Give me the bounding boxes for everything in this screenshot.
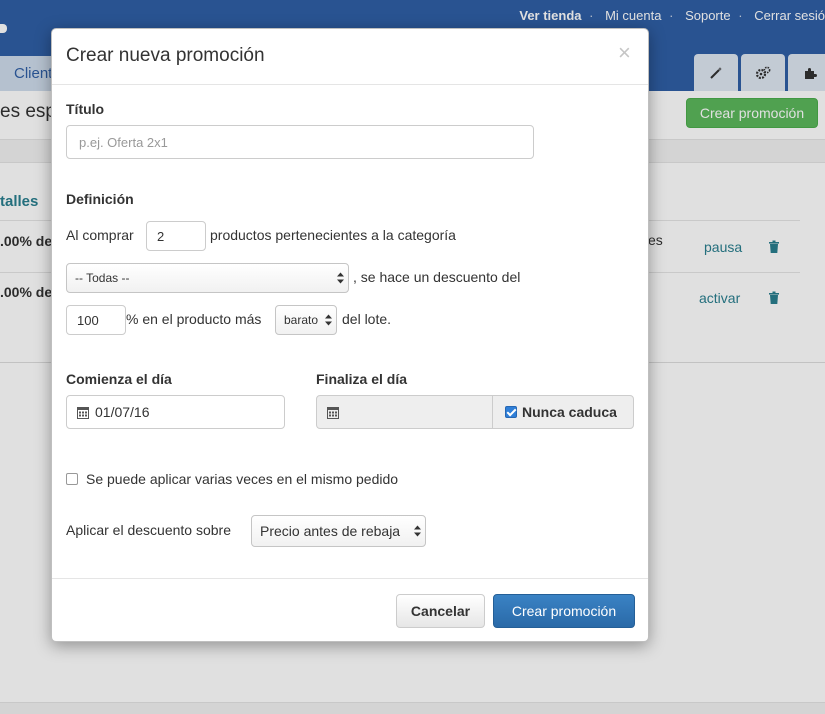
cheapness-selected-value: barato <box>284 313 319 327</box>
select-arrows-icon <box>325 314 332 326</box>
percent-input[interactable] <box>66 305 126 335</box>
close-icon[interactable]: × <box>618 42 631 64</box>
end-date-input[interactable] <box>316 395 493 429</box>
create-promotion-button[interactable]: Crear promoción <box>493 594 635 628</box>
multiple-use-label: Se puede aplicar varias veces en el mism… <box>86 471 399 487</box>
modal-header-divider <box>52 84 648 85</box>
del-lote-text: del lote. <box>342 311 392 327</box>
cancel-button[interactable]: Cancelar <box>396 594 485 628</box>
cheapness-select[interactable]: barato <box>275 305 337 335</box>
select-arrows-icon <box>337 272 344 284</box>
start-date-value: 01/07/16 <box>95 404 150 420</box>
descuento-text: , se hace un descuento del <box>353 269 521 285</box>
category-selected-value: -- Todas -- <box>75 271 130 285</box>
create-promotion-modal: Crear nueva promoción × Título Definició… <box>51 28 649 642</box>
modal-title: Crear nueva promoción <box>66 45 265 66</box>
apply-on-selected-value: Precio antes de rebaja <box>260 523 401 539</box>
apply-on-select[interactable]: Precio antes de rebaja <box>251 515 426 547</box>
title-label: Título <box>66 101 105 117</box>
apply-on-label: Aplicar el descuento sobre <box>66 522 231 538</box>
en-producto-text: % en el producto más <box>126 311 262 327</box>
calendar-icon <box>327 406 339 419</box>
never-expires-addon[interactable]: Nunca caduca <box>492 395 634 429</box>
start-date-input[interactable]: 01/07/16 <box>66 395 285 429</box>
start-date-label: Comienza el día <box>66 371 172 387</box>
multiple-use-option[interactable]: Se puede aplicar varias veces en el mism… <box>66 471 398 487</box>
definition-label: Definición <box>66 191 134 207</box>
calendar-icon <box>77 406 89 419</box>
select-arrows-icon <box>414 525 421 537</box>
quantity-input[interactable] <box>146 221 206 251</box>
al-comprar-text: Al comprar <box>66 227 134 243</box>
end-date-label: Finaliza el día <box>316 371 408 387</box>
modal-footer-divider <box>52 578 648 579</box>
title-input[interactable] <box>66 125 534 159</box>
never-expires-checkbox[interactable] <box>505 406 517 418</box>
never-expires-label: Nunca caduca <box>522 404 617 420</box>
productos-text: productos pertenecientes a la categoría <box>210 227 456 243</box>
multiple-use-checkbox[interactable] <box>66 473 78 485</box>
category-select[interactable]: -- Todas -- <box>66 263 349 293</box>
